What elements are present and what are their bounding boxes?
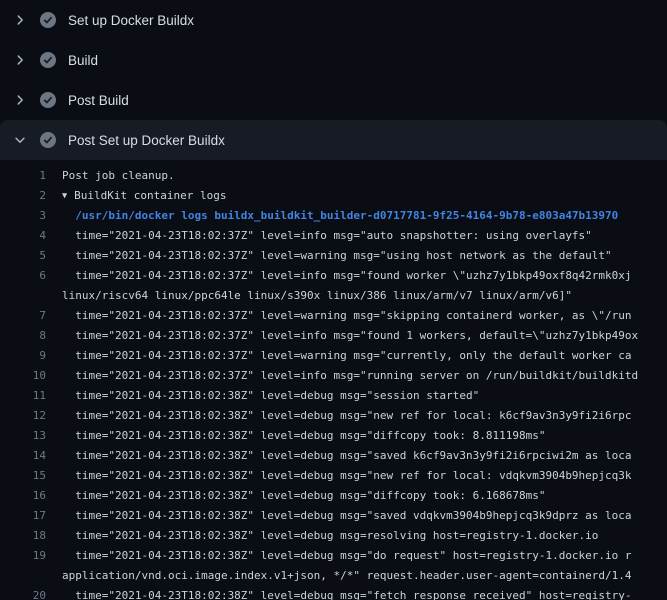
log-line: 9 time="2021-04-23T18:02:37Z" level=warn… (0, 346, 667, 366)
log-line-text: time="2021-04-23T18:02:37Z" level=warnin… (62, 306, 667, 326)
chevron-right-icon[interactable] (12, 12, 28, 28)
step-list: Set up Docker Buildx Build Post Build Post … (0, 0, 667, 160)
step-row-3[interactable]: Post Build (0, 80, 667, 120)
log-line-number[interactable]: 19 (0, 546, 62, 566)
log-line-number[interactable]: 17 (0, 506, 62, 526)
log-line-text: time="2021-04-23T18:02:38Z" level=debug … (62, 466, 667, 486)
log-line-number[interactable]: 8 (0, 326, 62, 346)
log-line: 14 time="2021-04-23T18:02:38Z" level=deb… (0, 446, 667, 466)
log-line-text: time="2021-04-23T18:02:37Z" level=warnin… (62, 246, 667, 266)
chevron-right-icon[interactable] (12, 92, 28, 108)
log-line-text: time="2021-04-23T18:02:38Z" level=debug … (62, 546, 667, 566)
log-line-number (0, 286, 62, 306)
log-line-number[interactable]: 6 (0, 266, 62, 286)
log-line: 20 time="2021-04-23T18:02:38Z" level=deb… (0, 586, 667, 600)
log-line: 16 time="2021-04-23T18:02:38Z" level=deb… (0, 486, 667, 506)
log-line-text: time="2021-04-23T18:02:37Z" level=info m… (62, 226, 667, 246)
log-line-text: time="2021-04-23T18:02:38Z" level=debug … (62, 506, 667, 526)
log-line: 12 time="2021-04-23T18:02:38Z" level=deb… (0, 406, 667, 426)
log-line-number[interactable]: 15 (0, 466, 62, 486)
step-success-icon (40, 132, 56, 148)
log-line-text: time="2021-04-23T18:02:38Z" level=debug … (62, 586, 667, 600)
step-label: Set up Docker Buildx (68, 13, 194, 28)
log-line-number[interactable]: 3 (0, 206, 62, 226)
log-line-text: application/vnd.oci.image.index.v1+json,… (62, 566, 667, 586)
log-line-number[interactable]: 2 (0, 186, 62, 206)
step-label: Build (68, 53, 98, 68)
log-line-number[interactable]: 9 (0, 346, 62, 366)
log-line: 2▼BuildKit container logs (0, 186, 667, 206)
log-line: 11 time="2021-04-23T18:02:38Z" level=deb… (0, 386, 667, 406)
log-line-text: time="2021-04-23T18:02:38Z" level=debug … (62, 486, 667, 506)
log-line-text: Post job cleanup. (62, 166, 667, 186)
step-row-1[interactable]: Set up Docker Buildx (0, 0, 667, 40)
log-line-text: time="2021-04-23T18:02:38Z" level=debug … (62, 446, 667, 466)
log-line-text: time="2021-04-23T18:02:38Z" level=debug … (62, 526, 667, 546)
log-line-number[interactable]: 4 (0, 226, 62, 246)
log-line-number[interactable]: 1 (0, 166, 62, 186)
log-line-number[interactable]: 11 (0, 386, 62, 406)
log-line-number[interactable]: 18 (0, 526, 62, 546)
log-line-number[interactable]: 7 (0, 306, 62, 326)
step-success-icon (40, 92, 56, 108)
log-line-number[interactable]: 5 (0, 246, 62, 266)
log-area: 1Post job cleanup.2▼BuildKit container l… (0, 160, 667, 600)
step-success-icon (40, 52, 56, 68)
log-command-text: /usr/bin/docker logs buildx_buildkit_bui… (62, 206, 667, 226)
chevron-right-icon[interactable] (12, 52, 28, 68)
log-line: 17 time="2021-04-23T18:02:38Z" level=deb… (0, 506, 667, 526)
log-line-number[interactable]: 14 (0, 446, 62, 466)
log-line-text: time="2021-04-23T18:02:38Z" level=debug … (62, 426, 667, 446)
log-line-text: linux/riscv64 linux/ppc64le linux/s390x … (62, 286, 667, 306)
chevron-down-icon[interactable] (12, 132, 28, 148)
step-row-2[interactable]: Build (0, 40, 667, 80)
log-line-number (0, 566, 62, 586)
step-label: Post Build (68, 93, 129, 108)
log-line-number[interactable]: 13 (0, 426, 62, 446)
log-line: 19 time="2021-04-23T18:02:38Z" level=deb… (0, 546, 667, 566)
log-line-text: time="2021-04-23T18:02:37Z" level=info m… (62, 366, 667, 386)
log-line-continuation: linux/riscv64 linux/ppc64le linux/s390x … (0, 286, 667, 306)
log-line: 1Post job cleanup. (0, 166, 667, 186)
log-line-number[interactable]: 10 (0, 366, 62, 386)
log-line: 4 time="2021-04-23T18:02:37Z" level=info… (0, 226, 667, 246)
log-line: 8 time="2021-04-23T18:02:37Z" level=info… (0, 326, 667, 346)
log-line: 18 time="2021-04-23T18:02:38Z" level=deb… (0, 526, 667, 546)
log-line-number[interactable]: 20 (0, 586, 62, 600)
log-line-text: time="2021-04-23T18:02:37Z" level=info m… (62, 326, 667, 346)
log-line: 10 time="2021-04-23T18:02:37Z" level=inf… (0, 366, 667, 386)
log-line-continuation: application/vnd.oci.image.index.v1+json,… (0, 566, 667, 586)
step-row-4[interactable]: Post Set up Docker Buildx (0, 120, 667, 160)
log-line-text: ▼BuildKit container logs (62, 186, 667, 206)
log-line-text: time="2021-04-23T18:02:38Z" level=debug … (62, 386, 667, 406)
log-line-text: time="2021-04-23T18:02:37Z" level=info m… (62, 266, 667, 286)
log-line-text: time="2021-04-23T18:02:37Z" level=warnin… (62, 346, 667, 366)
log-line: 15 time="2021-04-23T18:02:38Z" level=deb… (0, 466, 667, 486)
log-line-number[interactable]: 16 (0, 486, 62, 506)
step-label: Post Set up Docker Buildx (68, 133, 225, 148)
log-line: 3 /usr/bin/docker logs buildx_buildkit_b… (0, 206, 667, 226)
log-line: 7 time="2021-04-23T18:02:37Z" level=warn… (0, 306, 667, 326)
log-line-text: time="2021-04-23T18:02:38Z" level=debug … (62, 406, 667, 426)
log-line: 13 time="2021-04-23T18:02:38Z" level=deb… (0, 426, 667, 446)
log-line-number[interactable]: 12 (0, 406, 62, 426)
step-success-icon (40, 12, 56, 28)
log-line: 5 time="2021-04-23T18:02:37Z" level=warn… (0, 246, 667, 266)
log-line: 6 time="2021-04-23T18:02:37Z" level=info… (0, 266, 667, 286)
group-expanded-toggle-icon[interactable]: ▼ (62, 186, 67, 206)
actions-log-viewer: Set up Docker Buildx Build Post Build Post … (0, 0, 667, 600)
